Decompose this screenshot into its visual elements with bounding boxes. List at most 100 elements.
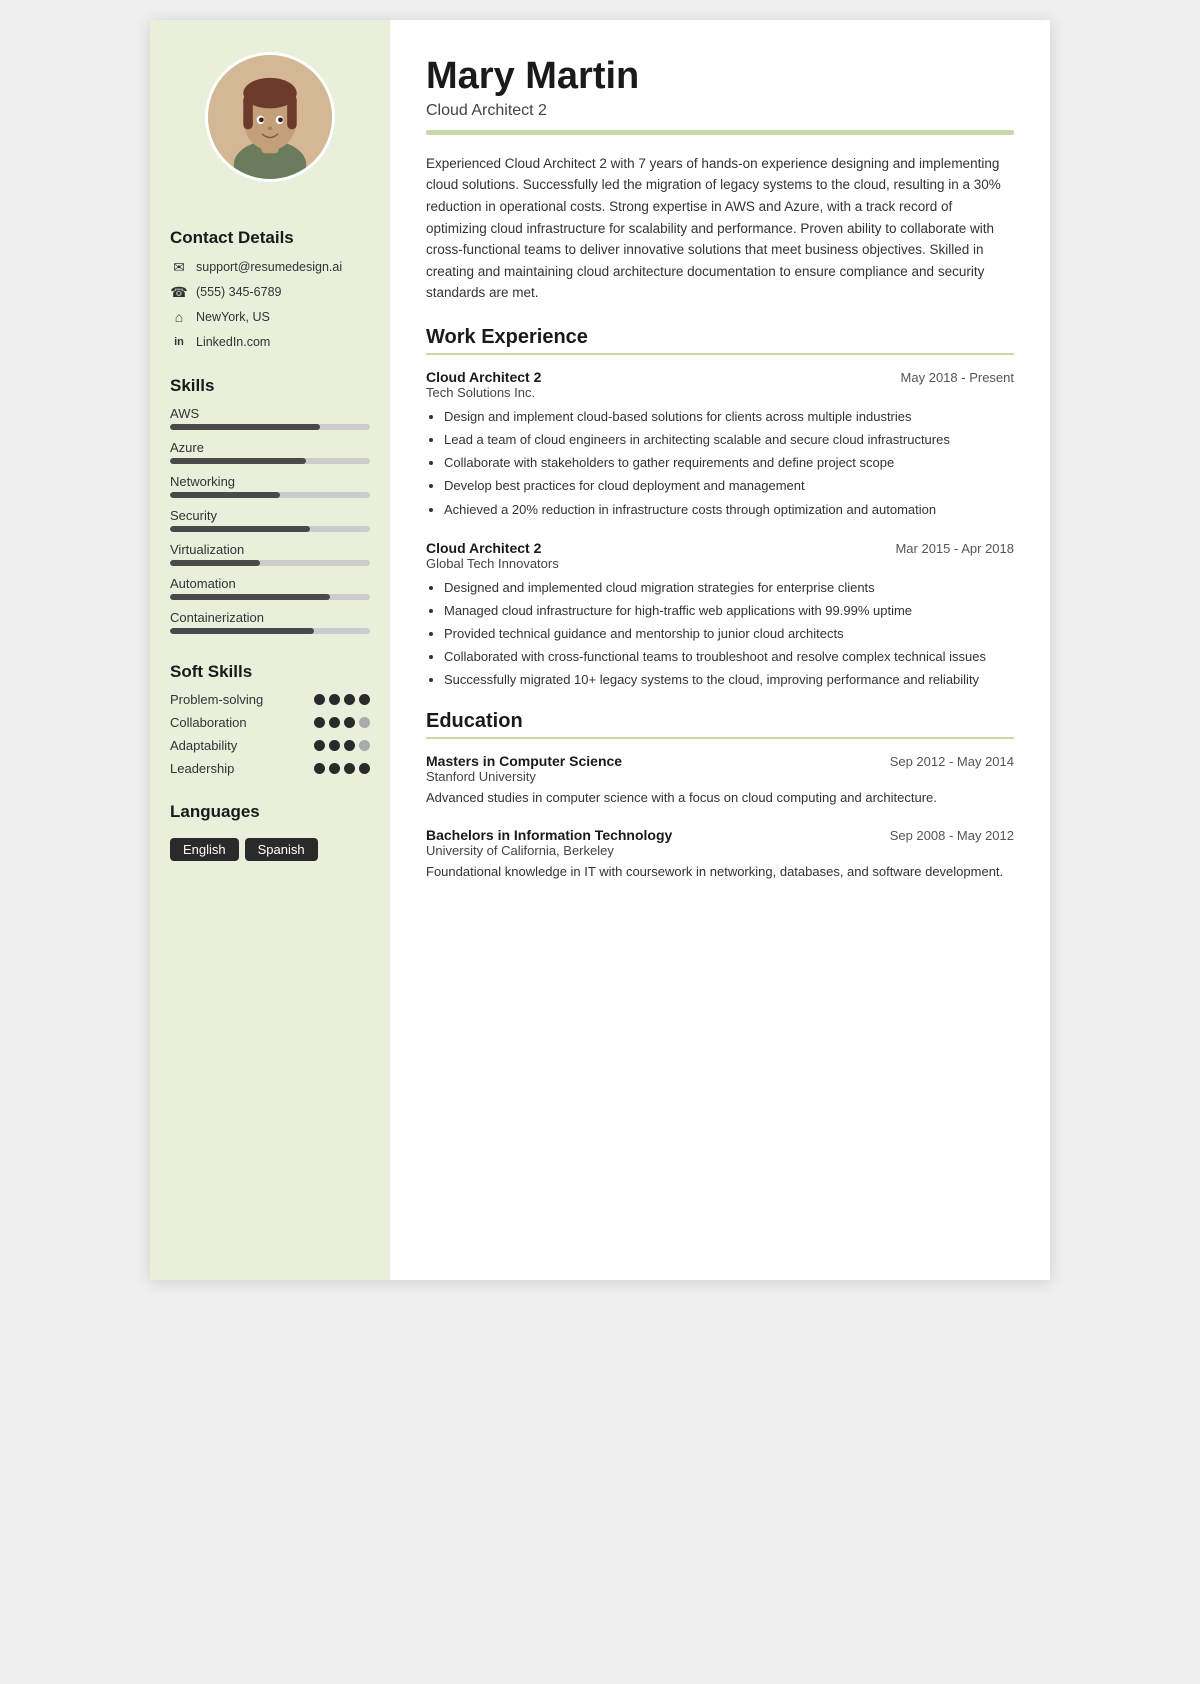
- edu-description: Advanced studies in computer science wit…: [426, 788, 1014, 808]
- resume-container: Contact Details ✉support@resumedesign.ai…: [150, 20, 1050, 1280]
- skill-item: Containerization: [170, 610, 370, 634]
- edu-school: Stanford University: [426, 769, 1014, 784]
- languages-list: English Spanish: [170, 832, 324, 861]
- soft-skills-list: Problem-solving Collaboration Adaptability…: [170, 692, 370, 784]
- soft-skill-label: Leadership: [170, 761, 234, 776]
- candidate-title: Cloud Architect 2: [426, 102, 1014, 120]
- soft-skill-dots: [314, 694, 370, 705]
- work-list: Cloud Architect 2 May 2018 - PresentTech …: [426, 369, 1014, 690]
- work-bullet: Designed and implemented cloud migration…: [444, 578, 1014, 598]
- skill-bar-bg: [170, 628, 370, 634]
- skill-bar-fill: [170, 526, 310, 532]
- skill-item: Virtualization: [170, 542, 370, 566]
- soft-skill-item: Problem-solving: [170, 692, 370, 707]
- edu-degree: Bachelors in Information Technology: [426, 827, 672, 843]
- skill-item: AWS: [170, 406, 370, 430]
- skill-label: AWS: [170, 406, 370, 421]
- work-position: Cloud Architect 2: [426, 369, 541, 385]
- contact-icon: in: [170, 333, 188, 351]
- edu-header: Masters in Computer ScienceSep 2012 - Ma…: [426, 753, 1014, 769]
- skill-item: Security: [170, 508, 370, 532]
- work-bullet: Lead a team of cloud engineers in archit…: [444, 430, 1014, 450]
- work-bullet: Collaborate with stakeholders to gather …: [444, 453, 1014, 473]
- skill-bar-bg: [170, 424, 370, 430]
- contact-item: ☎ (555) 345-6789: [170, 283, 342, 301]
- contact-icon: ⌂: [170, 308, 188, 326]
- edu-school: University of California, Berkeley: [426, 843, 1014, 858]
- contact-list: ✉support@resumedesign.ai☎(555) 345-6789⌂…: [170, 258, 342, 358]
- candidate-name: Mary Martin: [426, 56, 1014, 98]
- skill-item: Networking: [170, 474, 370, 498]
- skill-bar-bg: [170, 526, 370, 532]
- work-bullet: Design and implement cloud-based solutio…: [444, 407, 1014, 427]
- skill-bar-fill: [170, 458, 306, 464]
- skill-label: Containerization: [170, 610, 370, 625]
- work-entry: Cloud Architect 2Mar 2015 - Apr 2018Glob…: [426, 540, 1014, 691]
- skill-label: Networking: [170, 474, 370, 489]
- soft-skill-item: Leadership: [170, 761, 370, 776]
- soft-skill-dots: [314, 740, 370, 751]
- skills-title: Skills: [170, 376, 214, 396]
- edu-date: Sep 2012 - May 2014: [890, 754, 1014, 769]
- dot-empty: [359, 717, 370, 728]
- work-date: May 2018 - Present: [901, 370, 1014, 385]
- dot-filled: [314, 740, 325, 751]
- languages-title: Languages: [170, 802, 260, 822]
- edu-date: Sep 2008 - May 2012: [890, 828, 1014, 843]
- work-bullet: Successfully migrated 10+ legacy systems…: [444, 670, 1014, 690]
- contact-text: LinkedIn.com: [196, 335, 270, 349]
- language-tag: English: [170, 838, 239, 861]
- work-bullets: Design and implement cloud-based solutio…: [426, 407, 1014, 520]
- dot-filled: [344, 763, 355, 774]
- skill-bar-bg: [170, 492, 370, 498]
- dot-filled: [344, 694, 355, 705]
- work-bullet: Collaborated with cross-functional teams…: [444, 647, 1014, 667]
- skills-list: AWS Azure Networking Security Virtualization…: [170, 406, 370, 644]
- work-entry: Cloud Architect 2 May 2018 - PresentTech …: [426, 369, 1014, 520]
- avatar-wrapper: [170, 52, 370, 182]
- dot-filled: [344, 717, 355, 728]
- summary: Experienced Cloud Architect 2 with 7 yea…: [426, 153, 1014, 304]
- soft-skill-dots: [314, 763, 370, 774]
- main-content: Mary Martin Cloud Architect 2 Experience…: [390, 20, 1050, 1280]
- skill-label: Security: [170, 508, 370, 523]
- work-position: Cloud Architect 2: [426, 540, 541, 556]
- skill-label: Azure: [170, 440, 370, 455]
- contact-text: (555) 345-6789: [196, 285, 281, 299]
- contact-text: support@resumedesign.ai: [196, 260, 342, 274]
- skill-item: Automation: [170, 576, 370, 600]
- header-divider: [426, 130, 1014, 135]
- dot-empty: [359, 740, 370, 751]
- soft-skill-label: Adaptability: [170, 738, 237, 753]
- skill-bar-fill: [170, 594, 330, 600]
- edu-description: Foundational knowledge in IT with course…: [426, 862, 1014, 882]
- contact-icon: ☎: [170, 283, 188, 301]
- skill-bar-fill: [170, 560, 260, 566]
- work-bullet: Managed cloud infrastructure for high-tr…: [444, 601, 1014, 621]
- work-header: Cloud Architect 2 May 2018 - Present: [426, 369, 1014, 385]
- soft-skills-title: Soft Skills: [170, 662, 252, 682]
- skill-bar-bg: [170, 594, 370, 600]
- contact-text: NewYork, US: [196, 310, 270, 324]
- contact-title: Contact Details: [170, 228, 294, 248]
- language-tag: Spanish: [245, 838, 318, 861]
- avatar-image: [208, 52, 332, 182]
- soft-skill-label: Collaboration: [170, 715, 247, 730]
- skill-bar-fill: [170, 424, 320, 430]
- dot-filled: [329, 740, 340, 751]
- work-company: Tech Solutions Inc.: [426, 385, 1014, 400]
- soft-skill-item: Collaboration: [170, 715, 370, 730]
- skill-bar-bg: [170, 560, 370, 566]
- contact-item: ⌂ NewYork, US: [170, 308, 342, 326]
- skill-bar-bg: [170, 458, 370, 464]
- work-header: Cloud Architect 2Mar 2015 - Apr 2018: [426, 540, 1014, 556]
- dot-filled: [329, 717, 340, 728]
- dot-filled: [344, 740, 355, 751]
- education-entry: Masters in Computer ScienceSep 2012 - Ma…: [426, 753, 1014, 808]
- dot-filled: [314, 694, 325, 705]
- avatar: [205, 52, 335, 182]
- dot-filled: [314, 763, 325, 774]
- edu-header: Bachelors in Information Technology Sep 2…: [426, 827, 1014, 843]
- contact-item: in LinkedIn.com: [170, 333, 342, 351]
- work-section-title: Work Experience: [426, 326, 1014, 355]
